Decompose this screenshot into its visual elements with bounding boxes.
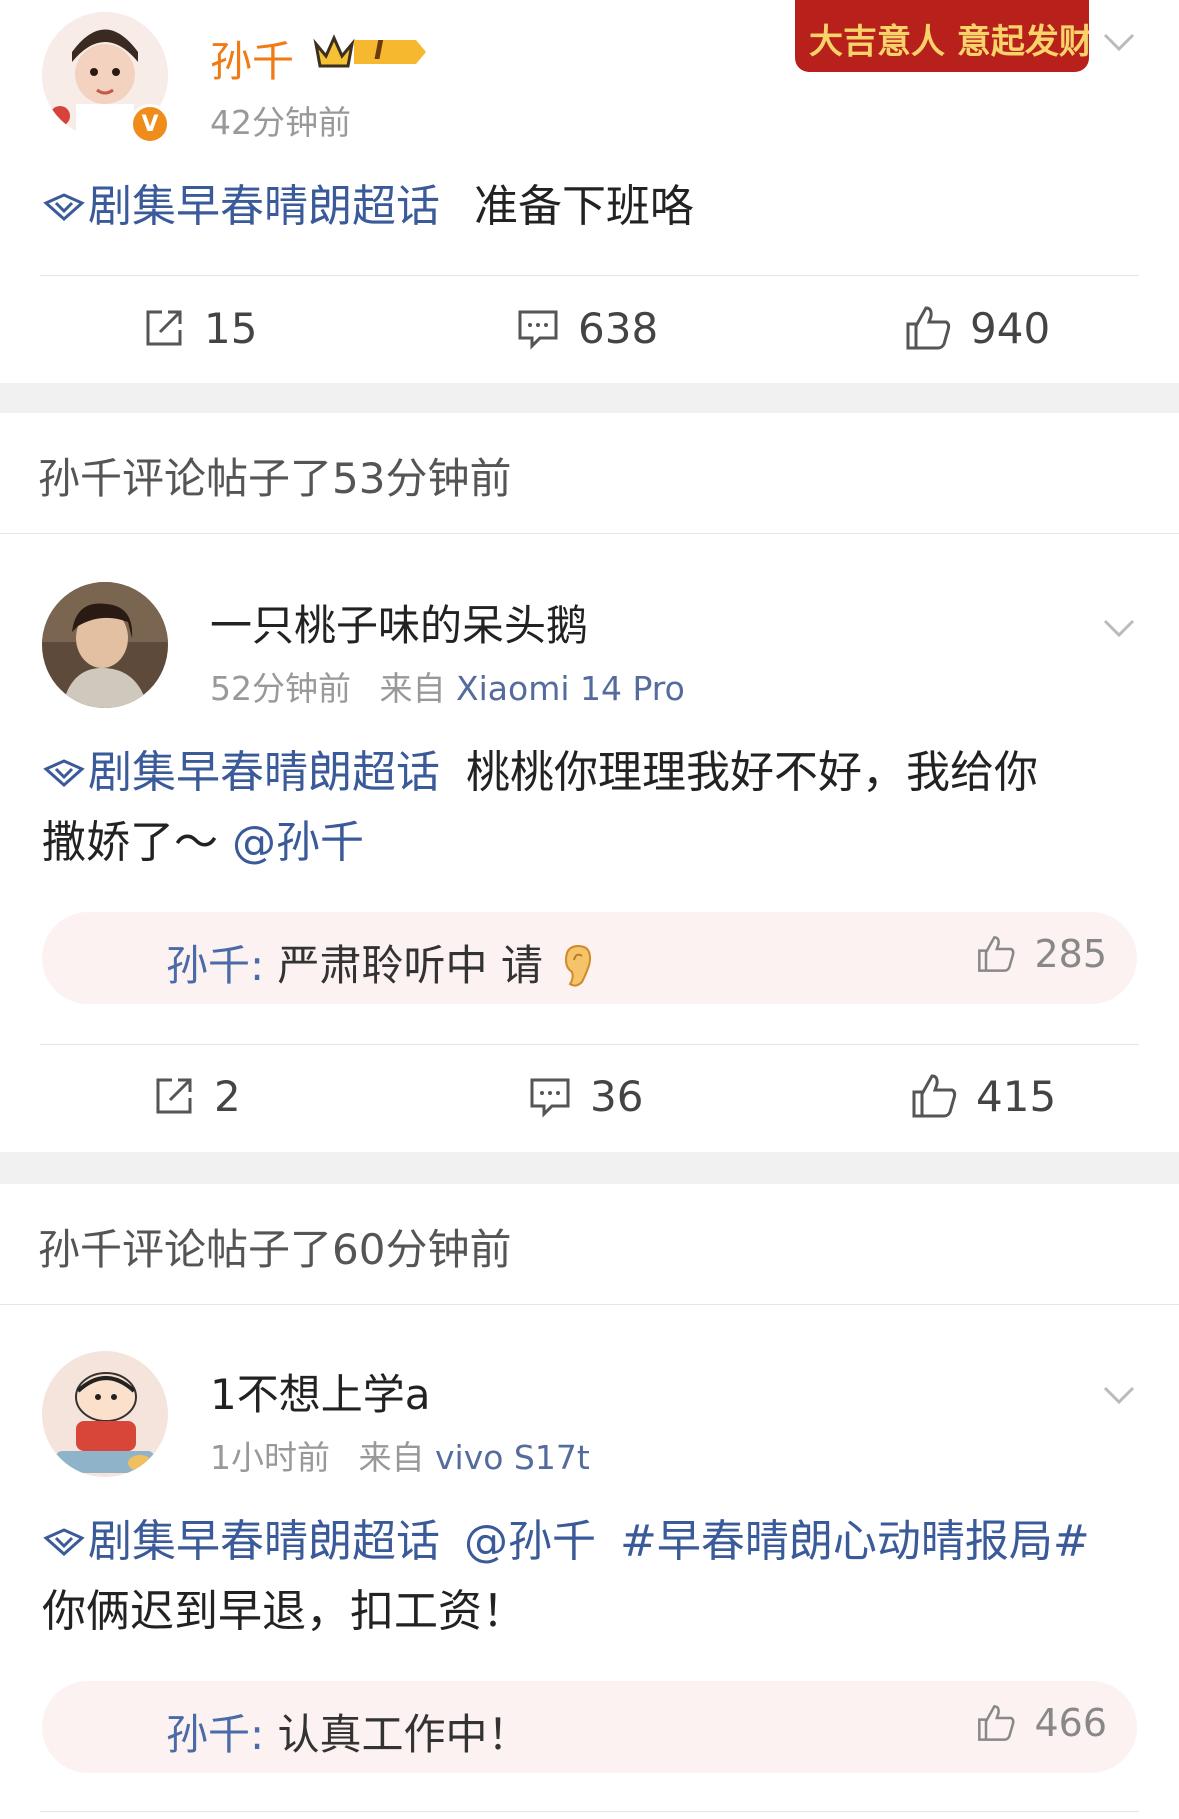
festival-banner: 大吉意人 意起发财 <box>795 0 1089 72</box>
avatar-image <box>42 582 168 708</box>
reply-author[interactable]: 孙千 <box>166 1710 250 1759</box>
comment-icon <box>518 310 558 350</box>
post-body: 剧集早春晴朗超话 准备下班咯 <box>42 172 1137 242</box>
divider <box>40 1044 1139 1045</box>
thumbs-up-icon <box>978 1705 1015 1741</box>
post-body-line: 剧集早春晴朗超话 @孙千 #早春晴朗心动晴报局# <box>42 1507 1137 1577</box>
avatar-image <box>42 1351 168 1477</box>
section-gap <box>0 1152 1179 1184</box>
like-count: 415 <box>976 1071 1057 1121</box>
festival-banner-text: 大吉意人 意起发财 <box>809 22 1089 62</box>
like-button[interactable]: 940 <box>904 278 1050 378</box>
chevron-down-icon[interactable] <box>1101 1377 1137 1413</box>
repost-count: 2 <box>214 1071 241 1121</box>
super-topic-icon <box>43 193 85 222</box>
post-content: 准备下班咯 <box>474 181 694 232</box>
comment-icon <box>530 1078 570 1118</box>
repost-icon <box>156 1078 192 1114</box>
post-content-line1: 桃桃你理理我好不好，我给你 <box>466 747 1038 798</box>
reply-text: 孙千: 严肃聆听中 请 <box>166 932 596 993</box>
super-topic-link[interactable]: 剧集早春晴朗超话 <box>42 1516 440 1567</box>
post-body-line: 剧集早春晴朗超话 桃桃你理理我好不好，我给你 <box>42 738 1137 808</box>
super-topic-link[interactable]: 剧集早春晴朗超话 <box>42 747 440 798</box>
repost-button[interactable]: 15 <box>142 278 257 378</box>
hashtag-link[interactable]: #早春晴朗心动晴报局# <box>620 1516 1090 1567</box>
reply-author[interactable]: 孙千 <box>166 941 250 990</box>
author-reply[interactable]: 孙千: 严肃聆听中 请 285 <box>42 912 1137 1004</box>
ear-emoji-icon <box>565 944 592 987</box>
reply-text: 孙千: 认真工作中！ <box>166 1701 530 1762</box>
divider <box>40 1811 1139 1812</box>
post-card: V 孙千 I 42分钟前 大吉意人 意起发财 剧集早春晴朗超话 准备下班咯 15… <box>0 0 1179 383</box>
post-content-line2: 你俩迟到早退，扣工资！ <box>42 1586 526 1637</box>
chevron-down-icon[interactable] <box>1101 24 1137 60</box>
chevron-down-icon[interactable] <box>1101 610 1137 646</box>
repost-icon <box>146 310 182 346</box>
thumbs-up-icon <box>912 1074 957 1118</box>
comment-button[interactable]: 638 <box>516 278 658 378</box>
comment-button[interactable]: 36 <box>528 1046 643 1146</box>
reply-colon: : <box>250 1710 265 1759</box>
super-topic-name: 剧集早春晴朗超话 <box>88 747 440 798</box>
super-topic-icon <box>43 1528 85 1557</box>
repost-button[interactable]: 2 <box>152 1046 241 1146</box>
username[interactable]: 一只桃子味的呆头鹅 <box>210 592 588 653</box>
reply-content: 严肃聆听中 请 <box>277 941 543 990</box>
post-card: 一只桃子味的呆头鹅 52分钟前 来自 Xiaomi 14 Pro 剧集早春晴朗超… <box>0 534 1179 1152</box>
repost-count: 15 <box>204 303 258 353</box>
vip-crown-badge-icon: I <box>310 32 426 72</box>
source-prefix: 来自 <box>358 1438 425 1477</box>
verified-badge-icon: V <box>130 104 170 144</box>
author-reply[interactable]: 孙千: 认真工作中！ 466 <box>42 1681 1137 1773</box>
thumbs-up-icon <box>906 306 951 350</box>
post-time: 52分钟前 <box>210 669 351 708</box>
post-card: 1不想上学a 1小时前 来自 vivo S17t 剧集早春晴朗超话 @孙千 #早… <box>0 1305 1179 1819</box>
reply-like-count: 466 <box>1034 1701 1107 1745</box>
action-bar: 2 36 415 <box>0 1046 1179 1146</box>
comment-count: 36 <box>590 1071 644 1121</box>
divider <box>40 275 1139 276</box>
post-body-line: 你俩迟到早退，扣工资！ <box>42 1577 1137 1647</box>
activity-header: 孙千评论帖子了53分钟前 <box>0 413 1179 534</box>
mention-link[interactable]: @孙千 <box>232 817 364 868</box>
super-topic-name: 剧集早春晴朗超话 <box>88 1516 440 1567</box>
reply-like-count: 285 <box>1034 932 1107 976</box>
reply-content: 认真工作中！ <box>277 1710 530 1759</box>
username[interactable]: 孙千 <box>210 28 294 89</box>
source-prefix: 来自 <box>379 669 446 708</box>
activity-header: 孙千评论帖子了60分钟前 <box>0 1184 1179 1305</box>
like-button[interactable]: 415 <box>910 1046 1056 1146</box>
section-gap <box>0 383 1179 413</box>
avatar[interactable] <box>42 582 168 708</box>
comment-count: 638 <box>578 303 659 353</box>
thumbs-up-icon <box>978 936 1015 972</box>
post-time: 42分钟前 <box>210 103 351 142</box>
reply-like-button[interactable]: 466 <box>976 1701 1107 1745</box>
vip-level-text: I <box>374 36 384 66</box>
post-meta: 1小时前 来自 vivo S17t <box>210 1431 590 1479</box>
post-body-line: 撒娇了～ @孙千 <box>42 808 1137 878</box>
action-bar: 15 638 940 <box>0 278 1179 378</box>
reply-colon: : <box>250 941 265 990</box>
post-body: 剧集早春晴朗超话 @孙千 #早春晴朗心动晴报局# 你俩迟到早退，扣工资！ <box>42 1507 1137 1647</box>
super-topic-icon <box>43 759 85 788</box>
device-source: Xiaomi 14 Pro <box>456 669 685 708</box>
device-source: vivo S17t <box>435 1438 590 1477</box>
post-time: 1小时前 <box>210 1438 330 1477</box>
super-topic-name: 剧集早春晴朗超话 <box>88 181 440 232</box>
super-topic-link[interactable]: 剧集早春晴朗超话 <box>42 181 440 232</box>
activity-header-text: 孙千评论帖子了60分钟前 <box>38 1225 512 1274</box>
reply-like-button[interactable]: 285 <box>976 932 1107 976</box>
like-count: 940 <box>970 303 1051 353</box>
avatar[interactable] <box>42 1351 168 1477</box>
username[interactable]: 1不想上学a <box>210 1361 430 1422</box>
mention-link[interactable]: @孙千 <box>464 1516 596 1567</box>
post-content-line2: 撒娇了～ <box>42 817 218 868</box>
activity-header-text: 孙千评论帖子了53分钟前 <box>38 454 512 503</box>
post-body: 剧集早春晴朗超话 桃桃你理理我好不好，我给你 撒娇了～ @孙千 <box>42 738 1137 878</box>
post-meta: 52分钟前 来自 Xiaomi 14 Pro <box>210 662 685 710</box>
